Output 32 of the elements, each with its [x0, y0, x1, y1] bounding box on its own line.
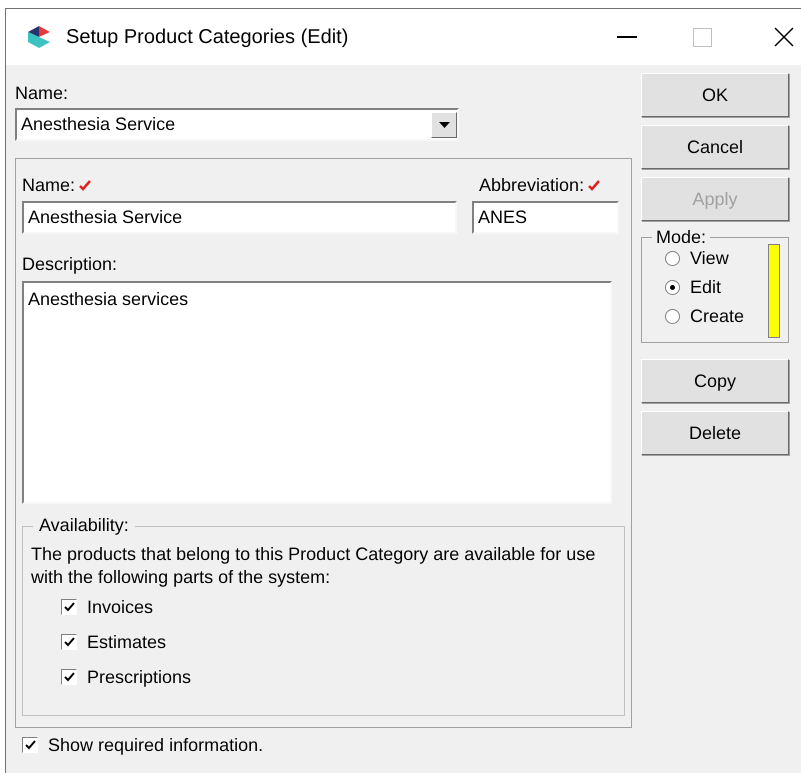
checkbox-label: Show required information.	[48, 735, 264, 755]
checkbox[interactable]	[61, 669, 77, 685]
dialog-button[interactable]: Cancel	[641, 125, 789, 169]
radio-button[interactable]	[665, 308, 680, 324]
checkbox-label: Invoices	[87, 597, 154, 617]
name-dropdown[interactable]: Anesthesia Service	[15, 108, 459, 141]
dialog-button[interactable]: Copy	[641, 359, 789, 403]
checkbox[interactable]	[22, 737, 38, 753]
field-label: Abbreviation:	[479, 175, 584, 195]
radio-button[interactable]	[665, 280, 680, 294]
app-logo-icon	[26, 24, 52, 50]
caret-icon	[438, 122, 450, 128]
close-icon[interactable]	[774, 27, 794, 47]
dialog-button[interactable]: OK	[641, 73, 789, 117]
radio-label: Edit	[690, 277, 722, 297]
availability-description: The products that belong to this Product Category are available for use with the following parts of the system:	[31, 543, 596, 589]
checkbox[interactable]	[61, 634, 77, 650]
window-title: Setup Product Categories (Edit)	[66, 25, 348, 50]
radio-button[interactable]	[665, 250, 680, 266]
field-label: Name:	[15, 83, 70, 103]
name-field[interactable]: Anesthesia Service	[22, 201, 457, 234]
checkbox-label: Prescriptions	[87, 667, 192, 687]
description-field[interactable]: Anesthesia services	[22, 281, 612, 504]
checkbox[interactable]	[61, 599, 77, 615]
radio-label: Create	[690, 306, 744, 326]
field-label: Description:	[22, 254, 118, 274]
checkbox-label: Estimates	[87, 632, 166, 652]
field-label: Name:	[22, 175, 76, 195]
radio-label: View	[690, 248, 729, 268]
group-title: Availability:	[33, 515, 135, 535]
abbreviation-field[interactable]: ANES	[472, 201, 619, 234]
dialog-button[interactable]: Delete	[641, 411, 789, 455]
